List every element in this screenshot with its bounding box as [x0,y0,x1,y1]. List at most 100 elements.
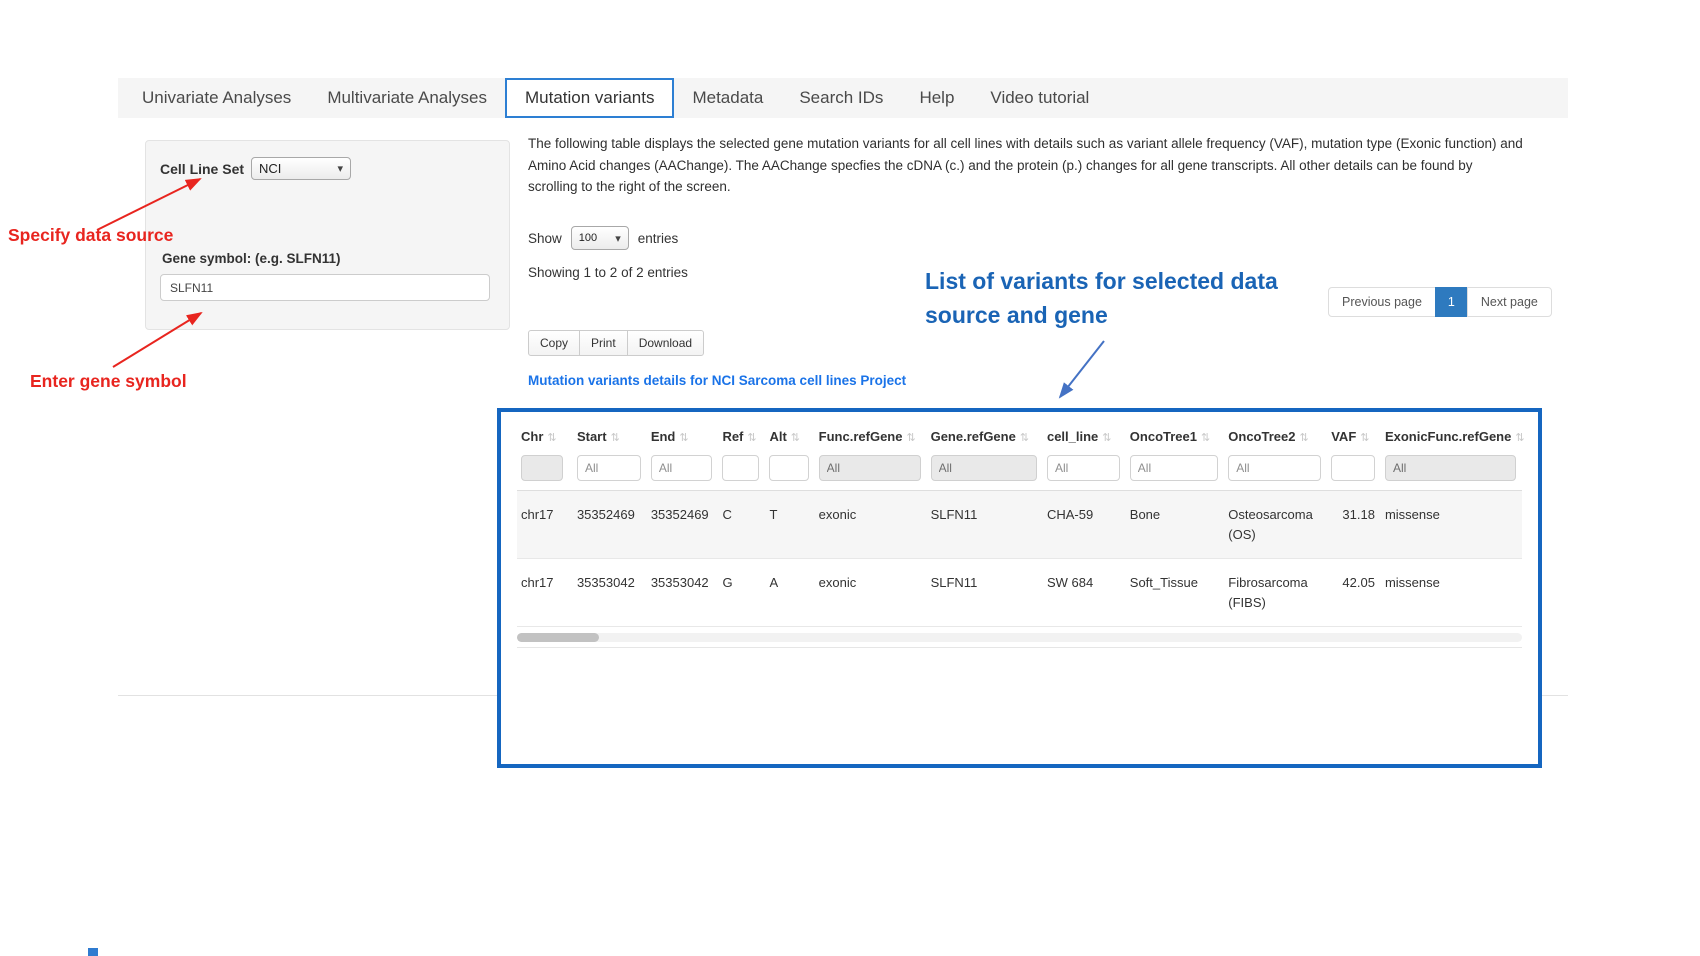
cell-start: 35353042 [573,559,647,627]
column-header-cell-line[interactable]: cell_line⇅ [1043,416,1126,453]
cell-start: 35352469 [573,491,647,559]
main-nav: Univariate Analyses Multivariate Analyse… [118,78,1568,118]
filter-row [517,453,1522,491]
cell-line-set-label: Cell Line Set [160,161,244,177]
table-divider [517,647,1522,648]
cell-oncotree1: Bone [1126,491,1224,559]
column-header-oncotree1[interactable]: OncoTree1⇅ [1126,416,1224,453]
filter-ref[interactable] [722,455,759,481]
cell-alt: A [765,559,814,627]
cell-exonicfunc-refgene: missense [1381,491,1522,559]
tab-mutation-variants[interactable]: Mutation variants [505,78,674,118]
filter-start[interactable] [577,455,641,481]
column-header-vaf[interactable]: VAF⇅ [1327,416,1381,453]
column-header-gene-refgene[interactable]: Gene.refGene⇅ [927,416,1043,453]
show-label: Show [528,231,562,246]
next-page-button[interactable]: Next page [1467,287,1552,317]
pagination: Previous page 1 Next page [1328,287,1552,317]
sort-icon: ⇅ [906,432,915,444]
cell-exonicfunc-refgene: missense [1381,559,1522,627]
export-buttons: Copy Print Download [528,330,704,356]
filter-vaf[interactable] [1331,455,1375,481]
cell-chr: chr17 [517,559,573,627]
sort-icon: ⇅ [1360,432,1369,444]
entries-per-page-select[interactable]: 100 ▾ [571,226,629,250]
sort-icon: ⇅ [1102,432,1111,444]
variants-table-container: Chr⇅ Start⇅ End⇅ Ref⇅ Alt⇅ Func.refGene⇅… [497,408,1542,768]
cell-line-set-select[interactable]: NCI ▾ [251,157,351,180]
cell-ref: G [718,559,765,627]
tab-multivariate-analyses[interactable]: Multivariate Analyses [309,78,505,118]
filter-chr[interactable] [521,455,563,481]
copy-button[interactable]: Copy [528,330,580,356]
bottom-accent-mark [88,948,98,956]
column-header-start[interactable]: Start⇅ [573,416,647,453]
horizontal-scrollbar[interactable] [517,633,1522,642]
annotation-enter-gene-symbol: Enter gene symbol [30,371,187,392]
cell-end: 35353042 [647,559,719,627]
cell-gene-refgene: SLFN11 [927,559,1043,627]
column-header-exonicfunc-refgene[interactable]: ExonicFunc.refGene⇅ [1381,416,1522,453]
filter-exonicfunc-refgene[interactable] [1385,455,1516,481]
sort-icon: ⇅ [1201,432,1210,444]
tab-help[interactable]: Help [901,78,972,118]
annotation-specify-data-source: Specify data source [8,225,173,246]
table-row[interactable]: chr17 35353042 35353042 G A exonic SLFN1… [517,559,1522,627]
cell-end: 35352469 [647,491,719,559]
header-row: Chr⇅ Start⇅ End⇅ Ref⇅ Alt⇅ Func.refGene⇅… [517,416,1522,453]
filter-func-refgene[interactable] [819,455,921,481]
table-title-link[interactable]: Mutation variants details for NCI Sarcom… [528,373,906,388]
filter-oncotree2[interactable] [1228,455,1321,481]
filter-oncotree1[interactable] [1130,455,1218,481]
column-header-alt[interactable]: Alt⇅ [765,416,814,453]
filter-gene-refgene[interactable] [931,455,1037,481]
cell-chr: chr17 [517,491,573,559]
filter-alt[interactable] [769,455,808,481]
entries-per-page-value: 100 [579,232,597,244]
cell-oncotree2: Fibrosarcoma (FIBS) [1224,559,1327,627]
gene-symbol-label: Gene symbol: (e.g. SLFN11) [162,251,341,266]
cell-func-refgene: exonic [815,559,927,627]
sort-icon: ⇅ [679,432,688,444]
cell-func-refgene: exonic [815,491,927,559]
print-button[interactable]: Print [579,330,628,356]
table-description: The following table displays the selecte… [528,133,1523,198]
chevron-down-icon: ▾ [338,162,344,175]
cell-vaf: 42.05 [1327,559,1381,627]
tab-search-ids[interactable]: Search IDs [781,78,901,118]
previous-page-button[interactable]: Previous page [1328,287,1436,317]
tab-video-tutorial[interactable]: Video tutorial [972,78,1107,118]
column-header-chr[interactable]: Chr⇅ [517,416,573,453]
cell-ref: C [718,491,765,559]
chevron-down-icon: ▾ [615,232,621,245]
showing-entries-text: Showing 1 to 2 of 2 entries [528,265,688,280]
cell-vaf: 31.18 [1327,491,1381,559]
cell-gene-refgene: SLFN11 [927,491,1043,559]
gene-symbol-input[interactable] [160,274,490,301]
cell-cell-line: CHA-59 [1043,491,1126,559]
download-button[interactable]: Download [627,330,704,356]
filter-end[interactable] [651,455,713,481]
sort-icon: ⇅ [1299,432,1308,444]
column-header-oncotree2[interactable]: OncoTree2⇅ [1224,416,1327,453]
table-row[interactable]: chr17 35352469 35352469 C T exonic SLFN1… [517,491,1522,559]
sort-icon: ⇅ [1020,432,1029,444]
tab-univariate-analyses[interactable]: Univariate Analyses [124,78,309,118]
controls-panel: Cell Line Set NCI ▾ Gene symbol: (e.g. S… [145,140,510,330]
annotation-list-of-variants: List of variants for selected data sourc… [925,264,1335,332]
entries-label: entries [638,231,679,246]
column-header-func-refgene[interactable]: Func.refGene⇅ [815,416,927,453]
cell-alt: T [765,491,814,559]
column-header-end[interactable]: End⇅ [647,416,719,453]
page-number-button[interactable]: 1 [1435,287,1468,317]
tab-metadata[interactable]: Metadata [674,78,781,118]
scrollbar-thumb[interactable] [517,633,599,642]
variants-table: Chr⇅ Start⇅ End⇅ Ref⇅ Alt⇅ Func.refGene⇅… [517,416,1522,627]
arrow-list-of-variants [1060,341,1104,397]
column-header-ref[interactable]: Ref⇅ [718,416,765,453]
cell-line-set-value: NCI [259,161,281,176]
show-entries-control: Show 100 ▾ entries [528,226,678,250]
app: Univariate Analyses Multivariate Analyse… [0,0,1700,956]
sort-icon: ⇅ [1515,432,1524,444]
filter-cell-line[interactable] [1047,455,1120,481]
